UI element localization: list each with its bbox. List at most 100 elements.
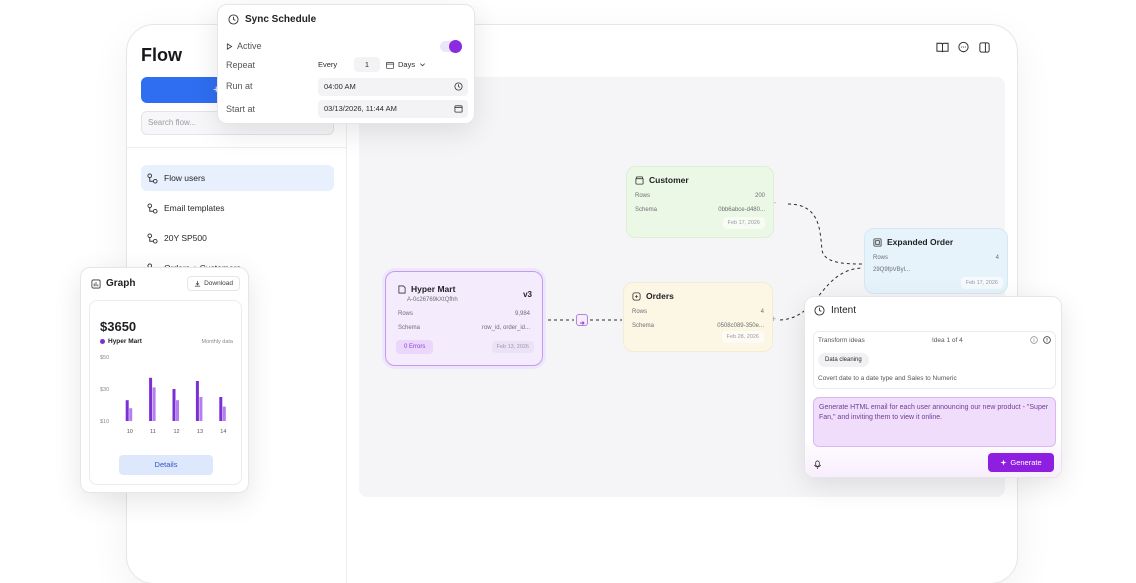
x-tick-label: 13 bbox=[197, 429, 203, 435]
active-toggle[interactable] bbox=[440, 40, 462, 53]
bar[interactable] bbox=[129, 408, 133, 421]
clock-icon bbox=[454, 82, 463, 91]
node-expanded-order[interactable]: Expanded Order Rows 4 29Q9fpVByl... Feb 1… bbox=[864, 228, 1008, 294]
x-tick-label: 12 bbox=[174, 429, 180, 435]
x-tick-label: 11 bbox=[150, 429, 156, 435]
bar[interactable] bbox=[172, 389, 176, 421]
rows-label: Rows bbox=[873, 255, 889, 261]
rows-label: Rows bbox=[632, 309, 648, 315]
sync-schedule-panel: Sync Schedule Active Repeat Every 1 Days… bbox=[217, 4, 475, 124]
repeat-label: Repeat bbox=[226, 60, 256, 70]
x-tick-label: 10 bbox=[127, 429, 133, 435]
y-tick-label: $10 bbox=[100, 419, 109, 425]
run-at-input[interactable]: 04:00 AM bbox=[318, 78, 468, 96]
rows-value: 4 bbox=[760, 309, 764, 315]
transform-label: Transform ideas bbox=[818, 337, 865, 344]
chevron-down-icon bbox=[420, 63, 426, 67]
y-tick-label: $30 bbox=[100, 387, 109, 393]
prompt-input[interactable]: Generate HTML email for each user announ… bbox=[813, 397, 1056, 447]
idea-description: Covert date to a date type and Sales to … bbox=[818, 375, 957, 382]
node-title: Customer bbox=[649, 175, 689, 185]
idea-counter: Idea 1 of 4 bbox=[932, 337, 963, 344]
rows-label: Rows bbox=[635, 193, 651, 199]
panel-title: Graph bbox=[106, 278, 136, 289]
generate-button[interactable]: Generate bbox=[988, 453, 1054, 472]
repeat-unit-select[interactable]: Days bbox=[386, 60, 426, 69]
bar[interactable] bbox=[176, 400, 179, 421]
node-date: Feb 17, 2026 bbox=[722, 217, 765, 229]
panel-title: Sync Schedule bbox=[245, 14, 317, 25]
bar[interactable] bbox=[199, 397, 203, 421]
file-icon bbox=[398, 285, 406, 293]
expand-icon bbox=[873, 237, 882, 247]
schema-value: row_id, order_id... bbox=[481, 325, 530, 331]
y-tick-label: $50 bbox=[100, 355, 109, 361]
repeat-interval-input[interactable]: 1 bbox=[354, 57, 380, 72]
clock-icon bbox=[814, 305, 825, 316]
every-label: Every bbox=[318, 60, 338, 69]
schema-label: Schema bbox=[635, 207, 658, 213]
start-at-label: Start at bbox=[226, 104, 256, 114]
bar[interactable] bbox=[152, 387, 156, 421]
legend-label: Hyper Mart bbox=[108, 338, 142, 345]
generate-label: Generate bbox=[1010, 458, 1042, 467]
download-label: Download bbox=[204, 280, 233, 287]
bar[interactable] bbox=[125, 400, 129, 421]
start-at-input[interactable]: 03/13/2026, 11:44 AM bbox=[318, 100, 468, 118]
schema-label: Schema bbox=[632, 323, 655, 329]
node-title: Hyper Mart bbox=[411, 284, 456, 294]
node-date: Feb 17, 2026 bbox=[960, 277, 1003, 289]
chart-icon bbox=[91, 279, 101, 288]
node-orders[interactable]: Orders Rows 4 Schema 0508c089-350e... Feb … bbox=[623, 282, 773, 352]
bar[interactable] bbox=[222, 406, 226, 421]
play-icon bbox=[226, 42, 233, 50]
schema-value: 29Q9fpVByl... bbox=[873, 267, 911, 273]
active-label: Active bbox=[237, 41, 262, 51]
schema-value: 0508c089-350e... bbox=[717, 323, 764, 329]
repeat-unit-value: Days bbox=[398, 60, 416, 69]
idea-card: Transform ideas Idea 1 of 4 Data cleanin… bbox=[813, 331, 1056, 389]
details-button[interactable]: Details bbox=[119, 455, 213, 475]
bar[interactable] bbox=[219, 397, 223, 421]
node-title: Orders bbox=[646, 291, 674, 301]
alert-icon[interactable] bbox=[1043, 336, 1051, 344]
node-date: Feb 28, 2026 bbox=[721, 331, 764, 343]
legend-dot bbox=[100, 339, 105, 344]
node-date: Feb 13, 2026 bbox=[491, 341, 534, 353]
download-button[interactable]: Download bbox=[187, 276, 240, 291]
period-label: Monthly data bbox=[201, 339, 234, 345]
schema-label: Schema bbox=[398, 325, 421, 331]
rows-value: 9,984 bbox=[514, 311, 530, 317]
download-icon bbox=[194, 280, 201, 287]
idea-tag[interactable]: Data cleaning bbox=[818, 353, 869, 367]
sparkle-icon bbox=[1000, 459, 1007, 466]
run-at-label: Run at bbox=[226, 81, 253, 91]
bar[interactable] bbox=[149, 377, 153, 421]
node-customer[interactable]: Customer Rows 200 Schema 0bb6abce-d480... … bbox=[626, 166, 774, 238]
node-title: Expanded Order bbox=[887, 237, 954, 247]
errors-badge[interactable]: 0 Errors bbox=[396, 340, 434, 354]
start-at-value: 03/13/2026, 11:44 AM bbox=[324, 104, 397, 113]
orders-box-icon bbox=[632, 291, 641, 301]
calendar-icon bbox=[386, 61, 394, 69]
node-hyper-mart[interactable]: Hyper Mart A-0c26769kXtQfhh v3 Rows 9,984… bbox=[385, 271, 543, 366]
run-at-value: 04:00 AM bbox=[324, 82, 356, 91]
rows-label: Rows bbox=[398, 311, 414, 317]
x-tick-label: 14 bbox=[220, 429, 226, 435]
schema-value: 0bb6abce-d480... bbox=[718, 207, 765, 213]
graph-card: $3650 Hyper Mart Monthly data $50 $30 $10 1… bbox=[89, 300, 242, 485]
rows-value: 4 bbox=[995, 255, 999, 261]
bar[interactable] bbox=[195, 381, 199, 421]
version-badge: v3 bbox=[523, 290, 532, 299]
clock-icon bbox=[228, 14, 239, 25]
microphone-icon[interactable] bbox=[813, 457, 822, 475]
node-id: A-0c26769kXtQfhh bbox=[407, 297, 458, 303]
info-icon[interactable] bbox=[1030, 336, 1038, 344]
intent-panel: Intent Transform ideas Idea 1 of 4 Data … bbox=[804, 296, 1062, 478]
panel-title: Intent bbox=[831, 305, 857, 316]
rows-value: 200 bbox=[754, 193, 765, 199]
store-icon bbox=[635, 175, 644, 185]
connector-arrow-icon[interactable] bbox=[576, 314, 588, 326]
total-amount: $3650 bbox=[100, 319, 137, 334]
bar-chart: $50 $30 $10 10 11 12 13 14 bbox=[100, 355, 226, 435]
